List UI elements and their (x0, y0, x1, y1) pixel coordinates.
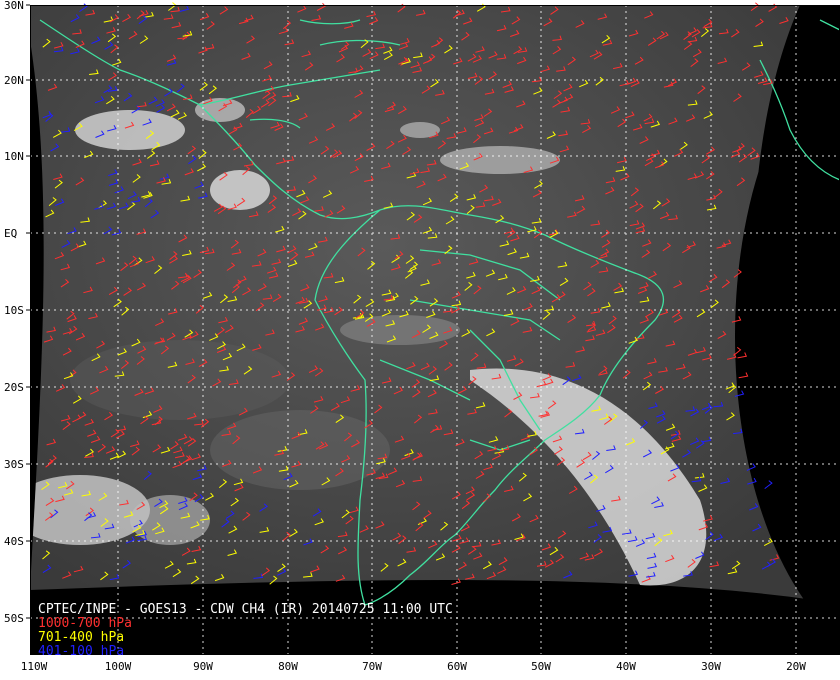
lat-label-40s: 40S (4, 535, 24, 548)
satellite-wind-map: 30N 20N 10N EQ 10S 20S 30S 40S 50S 110W … (0, 0, 840, 680)
map-canvas (26, 2, 840, 655)
lat-label-10n: 10N (4, 150, 24, 163)
lon-label-60w: 60W (447, 660, 467, 673)
lon-label-80w: 80W (278, 660, 298, 673)
lon-label-100w: 100W (104, 660, 132, 673)
caption-title: CPTEC/INPE - GOES13 - CDW CH4 (IR) 20140… (38, 602, 453, 617)
lon-label-110w: 110W (20, 660, 48, 673)
lon-label-20w: 20W (786, 660, 806, 673)
lon-label-30w: 30W (701, 660, 721, 673)
legend-entry-low: 1000-700 hPa (38, 616, 132, 631)
lat-label-30s: 30S (4, 458, 24, 471)
legend-entry-high: 401-100 hPa (38, 644, 125, 659)
lon-label-40w: 40W (616, 660, 636, 673)
lat-label-50s: 50S (4, 612, 24, 625)
legend-entry-mid: 701-400 hPa (38, 630, 125, 645)
lat-label-20s: 20S (4, 381, 24, 394)
lon-label-70w: 70W (362, 660, 382, 673)
lat-label-10s: 10S (4, 304, 24, 317)
lat-label-30n: 30N (4, 0, 24, 12)
lon-label-90w: 90W (193, 660, 213, 673)
lat-label-20n: 20N (4, 74, 24, 87)
lat-label-eq: EQ (4, 227, 18, 240)
map-caption: CPTEC/INPE - GOES13 - CDW CH4 (IR) 20140… (38, 603, 453, 659)
lon-label-50w: 50W (531, 660, 551, 673)
